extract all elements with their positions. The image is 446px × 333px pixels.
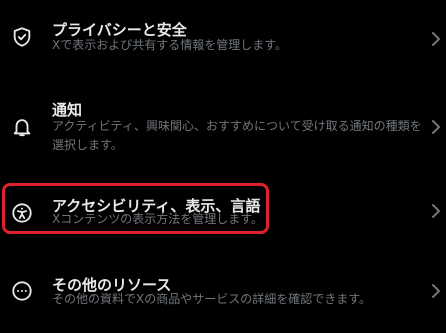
settings-item-description: アクティビティ、興味関心、おすすめについて受け取る通知の種類を選択します。: [52, 119, 422, 152]
bell-icon: [11, 116, 33, 138]
shield-check-icon: [11, 26, 33, 48]
settings-list: プライバシーと安全 Xで表示および共有する情報を管理します。 通知 アクティビテ…: [0, 0, 446, 333]
more-circle-icon: [11, 280, 33, 302]
chevron-right-icon: [430, 282, 442, 300]
settings-item-description: Xコンテンツの表示方法を管理します。: [52, 212, 264, 226]
settings-item-accessibility[interactable]: アクセシビリティ、表示、言語 Xコンテンツの表示方法を管理します。: [0, 185, 446, 235]
settings-item-description: Xで表示および共有する情報を管理します。: [52, 38, 288, 52]
chevron-right-icon: [430, 30, 442, 48]
chevron-right-icon: [430, 202, 442, 220]
settings-item-resources[interactable]: その他のリソース その他の資料でXの商品やサービスの詳細を確認できます。: [0, 260, 446, 333]
accessibility-icon: [11, 202, 33, 224]
settings-item-notifications[interactable]: 通知 アクティビティ、興味関心、おすすめについて受け取る通知の種類を選択します。: [0, 88, 446, 168]
settings-item-description: その他の資料でXの商品やサービスの詳細を確認できます。: [52, 292, 372, 306]
chevron-right-icon: [430, 118, 442, 136]
settings-item-privacy[interactable]: プライバシーと安全 Xで表示および共有する情報を管理します。: [0, 0, 446, 76]
